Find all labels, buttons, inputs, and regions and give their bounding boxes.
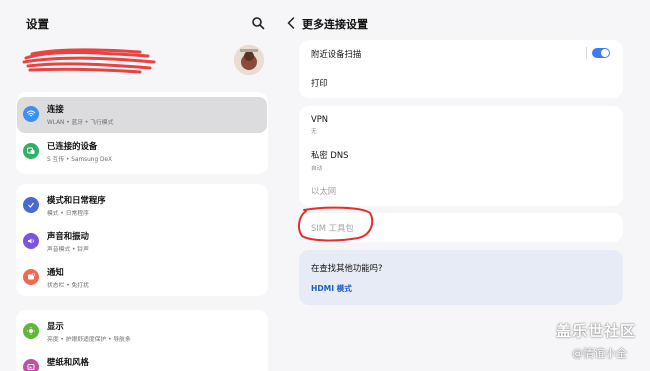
settings-group-2: 模式和日常程序 模式 • 日常程序 声音和振动 声音模式 • 铃声 通知 状态栏… xyxy=(16,184,268,296)
hdmi-mode-link[interactable]: HDMI 模式 xyxy=(311,283,352,294)
page-title: 更多连接设置 xyxy=(302,18,368,31)
row-subtitle: 自动 xyxy=(311,166,323,172)
settings-item-subtitle: 模式 • 日常程序 xyxy=(47,211,89,217)
settings-item-title: 通知 xyxy=(47,267,64,277)
looking-for-something-card: 在查找其他功能吗? HDMI 模式 xyxy=(299,250,623,305)
settings-group-1: 连接 WLAN • 蓝牙 • 飞行模式 已连接的设备 S 互传 • Samsun… xyxy=(16,92,268,174)
search-icon[interactable] xyxy=(251,16,265,30)
settings-item-display[interactable]: 显示 亮度 • 护眼舒适度保护 • 导航条 xyxy=(17,314,267,350)
row-title: 打印 xyxy=(311,78,328,88)
watermark-user: @情谊小全 xyxy=(572,347,627,360)
page-title: 设置 xyxy=(26,17,49,31)
settings-item-subtitle: WLAN • 蓝牙 • 飞行模式 xyxy=(47,120,114,126)
settings-item-sound-vibration[interactable]: 声音和振动 声音模式 • 铃声 xyxy=(17,224,267,260)
settings-card-scan-print: 附近设备扫描 打印 xyxy=(299,40,623,98)
account-profile[interactable] xyxy=(16,40,266,82)
watermark-community: 盖乐世社区 xyxy=(556,322,637,340)
settings-item-modes-routines[interactable]: 模式和日常程序 模式 • 日常程序 xyxy=(17,188,267,224)
avatar[interactable] xyxy=(234,45,264,75)
settings-item-subtitle: 声音模式 • 铃声 xyxy=(47,247,89,253)
settings-item-wallpaper-style[interactable]: 壁纸和风格 xyxy=(17,350,267,371)
devices-icon xyxy=(23,143,39,159)
settings-item-title: 已连接的设备 xyxy=(47,141,98,151)
sun-icon xyxy=(23,323,39,339)
settings-item-title: 模式和日常程序 xyxy=(47,195,106,205)
settings-panel: 设置 连接 WLAN • 蓝牙 • 飞行模式 已连接的设备 S 互传 • Sam… xyxy=(0,0,280,371)
settings-item-title: 连接 xyxy=(47,104,64,114)
back-arrow-icon[interactable] xyxy=(287,17,295,29)
settings-item-title: 壁纸和风格 xyxy=(47,357,89,367)
settings-item-notifications[interactable]: 通知 状态栏 • 免打扰 xyxy=(17,260,267,296)
more-connection-settings-panel: 更多连接设置 附近设备扫描 打印 VPN 无 私密 DNS 自动 以太网 SIM… xyxy=(280,0,650,371)
settings-item-title: 显示 xyxy=(47,321,64,331)
red-annotation-circle xyxy=(297,206,374,242)
settings-item-subtitle: S 互传 • Samsung DeX xyxy=(47,157,112,163)
row-title: 私密 DNS xyxy=(311,150,349,160)
private-dns-row[interactable]: 私密 DNS 自动 xyxy=(311,149,611,172)
settings-item-connected-devices[interactable]: 已连接的设备 S 互传 • Samsung DeX xyxy=(17,134,267,170)
hint-title: 在查找其他功能吗? xyxy=(311,263,383,273)
print-row[interactable]: 打印 xyxy=(311,77,611,89)
row-title: 以太网 xyxy=(311,186,337,196)
nearby-scan-toggle[interactable] xyxy=(592,48,610,58)
bell-icon xyxy=(23,269,39,285)
settings-item-connections[interactable]: 连接 WLAN • 蓝牙 • 飞行模式 xyxy=(17,97,267,133)
speaker-icon xyxy=(23,233,39,249)
row-subtitle: 无 xyxy=(311,129,317,135)
row-title: VPN xyxy=(311,114,329,124)
settings-item-subtitle: 亮度 • 护眼舒适度保护 • 导航条 xyxy=(47,337,131,343)
settings-card-network: VPN 无 私密 DNS 自动 以太网 xyxy=(299,106,623,206)
redacted-name-scribble xyxy=(22,48,156,74)
settings-item-subtitle: 状态栏 • 免打扰 xyxy=(47,283,89,289)
check-circle-icon xyxy=(23,197,39,213)
wifi-icon xyxy=(23,106,39,122)
vpn-row[interactable]: VPN 无 xyxy=(311,114,611,135)
divider xyxy=(586,47,587,59)
palette-icon xyxy=(23,359,39,371)
row-title: 附近设备扫描 xyxy=(311,49,362,59)
settings-item-title: 声音和振动 xyxy=(47,231,89,241)
settings-group-3: 显示 亮度 • 护眼舒适度保护 • 导航条 壁纸和风格 xyxy=(16,310,268,371)
ethernet-row[interactable]: 以太网 xyxy=(311,185,611,197)
nearby-device-scanning-row[interactable]: 附近设备扫描 xyxy=(311,48,611,60)
